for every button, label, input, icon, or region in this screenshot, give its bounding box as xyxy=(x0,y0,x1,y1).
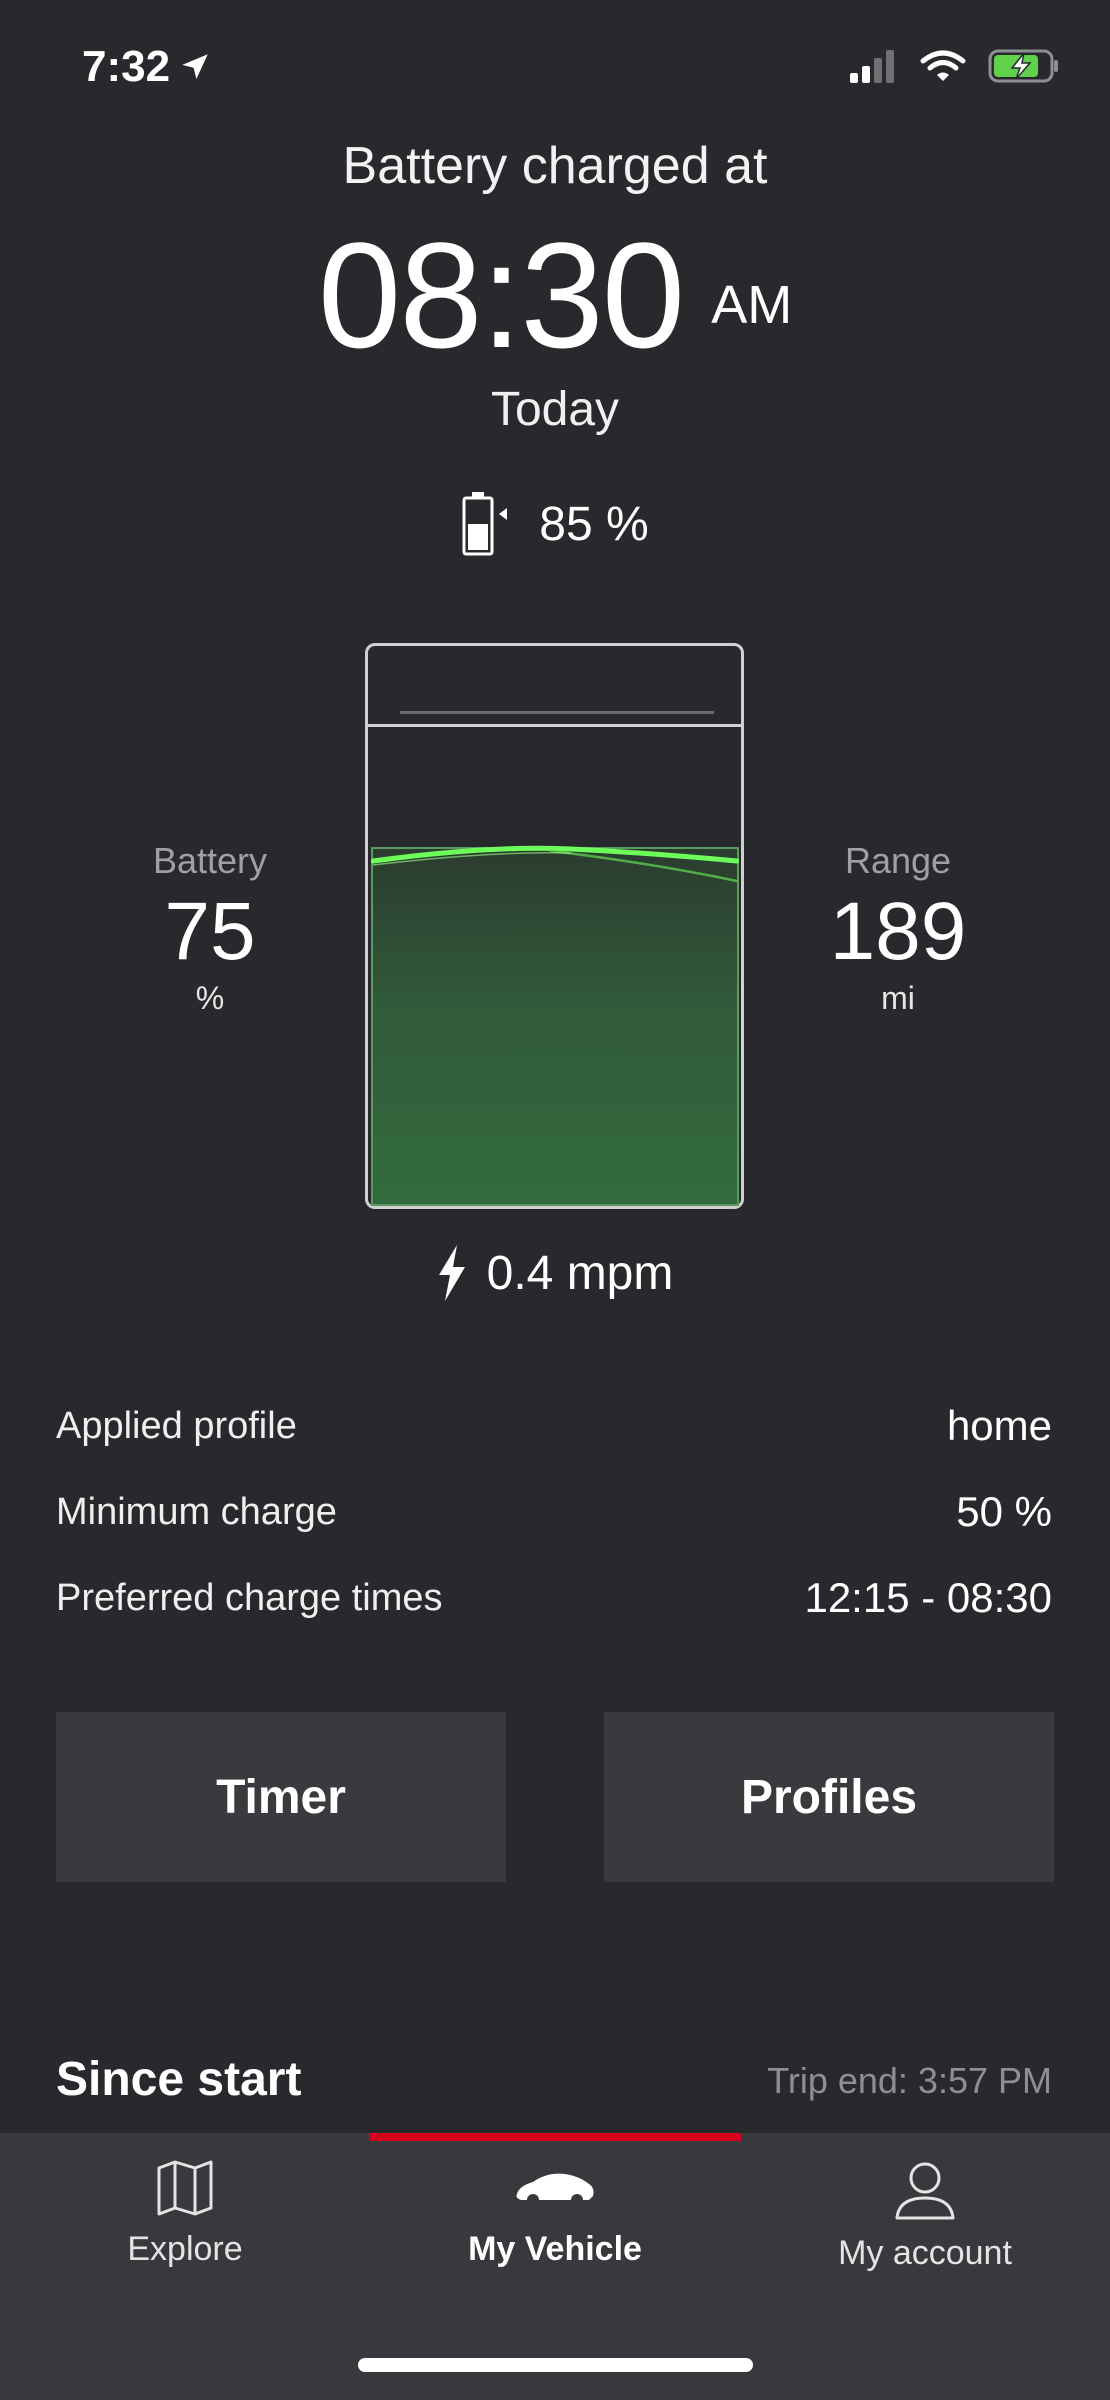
range-metric: Range 189 mi xyxy=(768,840,1028,1017)
charge-rate-value: 0.4 mpm xyxy=(486,1246,674,1300)
home-indicator[interactable] xyxy=(358,2358,753,2372)
status-time-text: 7:32 xyxy=(82,42,171,91)
charge-wave-graphic xyxy=(371,845,739,883)
battery-label: Battery xyxy=(152,840,268,881)
active-tab-indicator xyxy=(369,2133,741,2141)
info-row-preferred-charge-times: Preferred charge times 12:15 - 08:30 xyxy=(56,1574,1052,1622)
since-start-heading: Since start xyxy=(56,2053,302,2106)
battery-charging-icon xyxy=(988,49,1058,83)
info-key: Preferred charge times xyxy=(56,1576,443,1619)
charge-time-value: 08:30 xyxy=(317,211,685,379)
tab-label: Explore xyxy=(127,2230,243,2268)
map-icon xyxy=(157,2160,213,2216)
tab-label: My Vehicle xyxy=(468,2230,642,2268)
charge-day: Today xyxy=(490,383,620,436)
user-icon xyxy=(895,2162,955,2220)
info-value: 50 % xyxy=(956,1488,1052,1535)
info-value: home xyxy=(946,1402,1052,1449)
charge-complete-title: Battery charged at xyxy=(342,137,768,195)
location-arrow-icon xyxy=(182,54,208,80)
status-time: 7:32 xyxy=(82,42,212,92)
status-icons xyxy=(848,48,1060,84)
tab-explore[interactable]: Explore xyxy=(0,2160,370,2269)
range-label: Range xyxy=(844,840,952,881)
tab-my-account[interactable]: My account xyxy=(740,2160,1110,2273)
info-value: 12:15 - 08:30 xyxy=(804,1574,1052,1621)
info-row-applied-profile: Applied profile home xyxy=(56,1402,1052,1450)
tab-my-vehicle[interactable]: My Vehicle xyxy=(370,2160,740,2269)
lightning-bolt-icon xyxy=(438,1245,465,1301)
charge-complete-time: 08:30 AM xyxy=(0,220,1110,370)
target-percent: 85 % xyxy=(539,497,649,551)
battery-divider xyxy=(368,724,741,727)
car-icon xyxy=(516,2173,594,2206)
battery-value: 75 xyxy=(164,886,256,977)
range-unit: mi xyxy=(881,980,915,1016)
timer-button[interactable]: Timer xyxy=(56,1712,506,1882)
charge-time-ampm: AM xyxy=(711,275,793,335)
target-charge-row: 85 % xyxy=(0,490,1110,558)
cellular-signal-icon xyxy=(850,50,894,83)
tab-label: My account xyxy=(838,2234,1012,2272)
trip-end-time: Trip end: 3:57 PM xyxy=(767,2060,1052,2101)
battery-unit: % xyxy=(195,980,225,1016)
profiles-button[interactable]: Profiles xyxy=(604,1712,1054,1882)
info-key: Applied profile xyxy=(56,1404,297,1447)
battery-top-line xyxy=(400,711,714,714)
range-value: 189 xyxy=(829,886,967,977)
info-key: Minimum charge xyxy=(56,1490,337,1533)
charge-rate-row: 0.4 mpm xyxy=(0,1245,1110,1301)
target-battery-icon xyxy=(462,492,508,556)
battery-metric: Battery 75 % xyxy=(80,840,340,1017)
info-row-minimum-charge: Minimum charge 50 % xyxy=(56,1488,1052,1536)
wifi-icon xyxy=(920,50,966,81)
